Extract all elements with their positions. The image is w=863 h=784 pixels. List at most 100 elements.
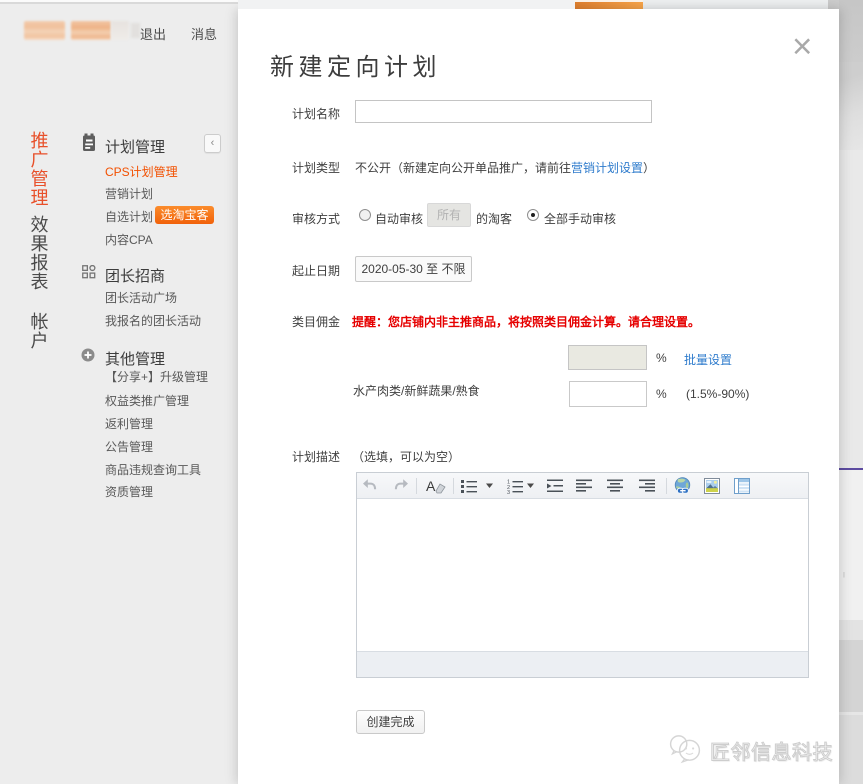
sliver-tiny-text: 丨 [841, 573, 848, 579]
sidebar-item[interactable]: 资质管理 [105, 483, 153, 500]
redacted-username-blur [111, 21, 129, 40]
commission-range-hint: (1.5%-90%) [686, 387, 750, 401]
sidebar-item[interactable]: 【分享+】升级管理 [105, 368, 208, 385]
plan-name-input[interactable] [355, 100, 652, 123]
taoke-badge: 选淘宝客 [155, 206, 214, 224]
grid-icon [82, 265, 96, 279]
rail-char: 理 [30, 188, 49, 208]
align-left-icon[interactable] [576, 478, 592, 494]
redo-icon[interactable] [393, 478, 409, 494]
taoke-suffix-label: 的淘客 [476, 212, 513, 226]
svg-text:A: A [426, 478, 436, 494]
toolbar-separator [453, 478, 454, 494]
rail-char: 户 [30, 331, 49, 351]
chevron-down-icon[interactable] [486, 483, 494, 489]
commission-label: 类目佣金 [292, 315, 341, 329]
toolbar-separator [416, 478, 417, 494]
align-center-icon[interactable] [607, 478, 623, 494]
plus-circle-icon [81, 348, 95, 362]
all-button-disabled: 所有 [427, 203, 471, 227]
auto-review-radio[interactable] [359, 209, 371, 221]
sliver-block [839, 470, 863, 620]
date-range-button[interactable]: 2020-05-30 至 不限 [355, 256, 472, 282]
table-icon[interactable] [734, 478, 750, 494]
sliver-block [839, 715, 863, 784]
sidebar-item[interactable]: 内容CPA [105, 231, 153, 248]
batch-setting-link[interactable]: 批量设置 [684, 351, 732, 368]
rail-char: 效 [30, 215, 49, 235]
description-hint: （选填，可以为空） [352, 450, 461, 464]
editor-content-area[interactable] [357, 500, 808, 651]
plan-type-label: 计划类型 [292, 161, 341, 175]
description-label: 计划描述 [292, 450, 341, 464]
sidebar-item[interactable]: 我报名的团长活动 [105, 312, 201, 329]
sidebar-section-title[interactable]: 团长招商 [105, 265, 165, 286]
header-strip-gray [643, 0, 828, 9]
sliver-block [839, 62, 863, 150]
ordered-list-icon[interactable]: 1 2 3 [507, 478, 523, 494]
date-range-label: 起止日期 [292, 264, 341, 278]
sidebar-item[interactable]: 权益类推广管理 [105, 392, 189, 409]
undo-icon[interactable] [362, 478, 378, 494]
align-right-icon[interactable] [639, 478, 655, 494]
sliver-block [839, 620, 863, 640]
sidebar-item[interactable]: 营销计划 [105, 185, 153, 202]
auto-review-label[interactable]: 自动审核 [375, 210, 423, 227]
redacted-username-blur [24, 21, 65, 40]
plan-name-label: 计划名称 [292, 107, 341, 121]
sidebar-item[interactable]: 公告管理 [105, 438, 153, 455]
marketing-plan-settings-link[interactable]: 营销计划设置 [571, 161, 643, 175]
unordered-list-icon[interactable] [461, 478, 477, 494]
category-label: 水产肉类/新鲜蔬果/熟食 [353, 384, 480, 398]
plan-type-value: 不公开（新建定向公开单品推广，请前往营销计划设置） [355, 159, 655, 176]
rail-char: 管 [30, 169, 49, 189]
logout-link[interactable]: 退出 [140, 24, 166, 43]
sidebar-section-title[interactable]: 其他管理 [105, 348, 165, 369]
review-mode-label: 审核方式 [292, 212, 341, 226]
sidebar-section-title[interactable]: 计划管理 [105, 136, 165, 157]
orange-tab-indicator [575, 2, 643, 9]
sidebar-item[interactable]: CPS计划管理 [105, 163, 178, 180]
manual-review-radio[interactable] [527, 209, 539, 221]
editor-status-bar [357, 651, 808, 677]
dialog-title: 新建定向计划 [270, 54, 441, 81]
rail-char: 推 [30, 131, 49, 151]
sidebar-item[interactable]: 自选计划 [105, 208, 153, 225]
rail-char: 报 [30, 253, 49, 273]
link-icon[interactable] [674, 477, 692, 496]
dialog-close-icon[interactable]: × [792, 27, 812, 67]
remove-format-icon[interactable]: A [426, 478, 448, 494]
watermark-text: 匠邻信息科技 [710, 742, 834, 765]
sliver-block [839, 640, 863, 712]
plan-type-text: 不公开（新建定向公开单品推广，请前往 [355, 161, 572, 175]
svg-text:3: 3 [507, 490, 510, 494]
chevron-down-icon[interactable] [527, 483, 535, 489]
create-complete-button[interactable]: 创建完成 [356, 710, 425, 734]
sidebar-item[interactable]: 返利管理 [105, 415, 153, 432]
sidebar-item[interactable]: 团长活动广场 [105, 289, 177, 306]
background-page-sliver: 丨 [839, 0, 863, 784]
commission-warning: 提醒：您店铺内非主推商品，将按照类目佣金计算。请合理设置。 [352, 315, 701, 329]
clipboard-icon [83, 133, 95, 151]
redacted-username-blur [131, 23, 140, 38]
manual-review-label[interactable]: 全部手动审核 [544, 210, 616, 227]
watermark-logo-icon [669, 735, 701, 764]
plan-type-text-close: ） [643, 161, 656, 175]
image-icon[interactable] [704, 478, 720, 494]
sidebar-collapse-button[interactable]: ‹ [204, 134, 221, 153]
top-divider-line [0, 2, 238, 4]
sidebar-item[interactable]: 商品违规查询工具 [105, 461, 201, 478]
percent-sign: % [656, 387, 667, 401]
indent-icon[interactable] [547, 478, 564, 494]
commission-default-input [568, 345, 647, 370]
redacted-username-blur [71, 21, 111, 40]
rail-char: 果 [30, 234, 49, 254]
rail-char: 表 [30, 272, 49, 292]
messages-link[interactable]: 消息 [191, 24, 217, 43]
page-header-strip [238, 0, 575, 9]
percent-sign: % [656, 351, 667, 365]
radio-dot [531, 213, 535, 217]
editor-toolbar: A 1 2 3 [357, 473, 808, 499]
category-commission-input[interactable] [569, 381, 647, 407]
rail-char: 帐 [30, 312, 49, 332]
